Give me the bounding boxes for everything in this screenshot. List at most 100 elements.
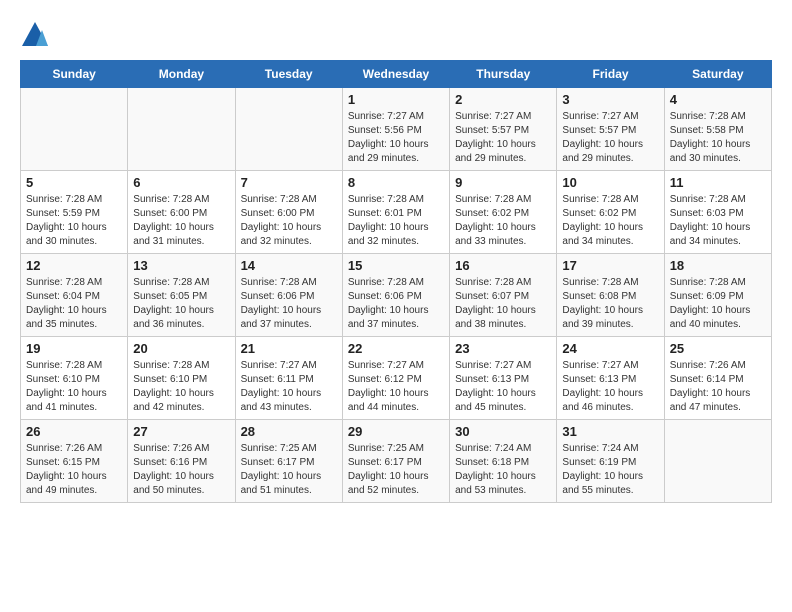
calendar-cell: 1 Sunrise: 7:27 AM Sunset: 5:56 PM Daylig… bbox=[342, 88, 449, 171]
logo-icon bbox=[20, 20, 50, 50]
day-of-week-header: Thursday bbox=[450, 61, 557, 88]
calendar-cell: 22 Sunrise: 7:27 AM Sunset: 6:12 PM Dayli… bbox=[342, 337, 449, 420]
calendar-week-row: 19Sunrise: 7:28 AM Sunset: 6:10 PM Dayli… bbox=[21, 337, 772, 420]
day-info: Sunrise: 7:25 AM Sunset: 6:17 PM Dayligh… bbox=[348, 442, 444, 498]
day-info: Sunrise: 7:27 AM Sunset: 5:57 PM Dayligh… bbox=[562, 110, 658, 166]
day-info: Sunrise: 7:24 AM Sunset: 6:18 PM Dayligh… bbox=[455, 442, 551, 498]
day-info: Sunrise: 7:28 AM Sunset: 5:58 PM Dayligh… bbox=[670, 110, 766, 166]
day-number: 5 bbox=[26, 175, 122, 190]
day-info: Sunrise: 7:27 AM Sunset: 6:13 PM Dayligh… bbox=[562, 359, 658, 415]
calendar-cell: 30 Sunrise: 7:24 AM Sunset: 6:18 PM Dayli… bbox=[450, 420, 557, 503]
day-info: Sunrise: 7:28 AM Sunset: 6:02 PM Dayligh… bbox=[562, 193, 658, 249]
calendar-cell: 15Sunrise: 7:28 AM Sunset: 6:06 PM Dayli… bbox=[342, 254, 449, 337]
calendar-cell: 13 Sunrise: 7:28 AM Sunset: 6:05 PM Dayli… bbox=[128, 254, 235, 337]
day-info: Sunrise: 7:27 AM Sunset: 5:56 PM Dayligh… bbox=[348, 110, 444, 166]
calendar-cell: 28 Sunrise: 7:25 AM Sunset: 6:17 PM Dayli… bbox=[235, 420, 342, 503]
calendar-cell: 12 Sunrise: 7:28 AM Sunset: 6:04 PM Dayli… bbox=[21, 254, 128, 337]
calendar-cell: 25 Sunrise: 7:26 AM Sunset: 6:14 PM Dayli… bbox=[664, 337, 771, 420]
day-number: 24 bbox=[562, 341, 658, 356]
day-number: 20 bbox=[133, 341, 229, 356]
calendar-cell: 9 Sunrise: 7:28 AM Sunset: 6:02 PM Daylig… bbox=[450, 171, 557, 254]
day-info: Sunrise: 7:27 AM Sunset: 6:11 PM Dayligh… bbox=[241, 359, 337, 415]
day-info: Sunrise: 7:26 AM Sunset: 6:15 PM Dayligh… bbox=[26, 442, 122, 498]
day-info: Sunrise: 7:28 AM Sunset: 6:10 PM Dayligh… bbox=[26, 359, 122, 415]
day-info: Sunrise: 7:28 AM Sunset: 6:00 PM Dayligh… bbox=[133, 193, 229, 249]
calendar-week-row: 1 Sunrise: 7:27 AM Sunset: 5:56 PM Daylig… bbox=[21, 88, 772, 171]
day-number: 7 bbox=[241, 175, 337, 190]
calendar-week-row: 12 Sunrise: 7:28 AM Sunset: 6:04 PM Dayli… bbox=[21, 254, 772, 337]
day-number: 12 bbox=[26, 258, 122, 273]
day-number: 25 bbox=[670, 341, 766, 356]
calendar-week-row: 26 Sunrise: 7:26 AM Sunset: 6:15 PM Dayli… bbox=[21, 420, 772, 503]
day-number: 26 bbox=[26, 424, 122, 439]
day-info: Sunrise: 7:28 AM Sunset: 6:06 PM Dayligh… bbox=[241, 276, 337, 332]
calendar-cell: 21 Sunrise: 7:27 AM Sunset: 6:11 PM Dayli… bbox=[235, 337, 342, 420]
day-info: Sunrise: 7:28 AM Sunset: 6:02 PM Dayligh… bbox=[455, 193, 551, 249]
calendar-cell: 2 Sunrise: 7:27 AM Sunset: 5:57 PM Daylig… bbox=[450, 88, 557, 171]
calendar-cell bbox=[235, 88, 342, 171]
day-info: Sunrise: 7:27 AM Sunset: 6:12 PM Dayligh… bbox=[348, 359, 444, 415]
calendar-cell: 10 Sunrise: 7:28 AM Sunset: 6:02 PM Dayli… bbox=[557, 171, 664, 254]
calendar-cell: 18Sunrise: 7:28 AM Sunset: 6:09 PM Dayli… bbox=[664, 254, 771, 337]
calendar-cell: 29 Sunrise: 7:25 AM Sunset: 6:17 PM Dayli… bbox=[342, 420, 449, 503]
day-number: 4 bbox=[670, 92, 766, 107]
day-info: Sunrise: 7:26 AM Sunset: 6:14 PM Dayligh… bbox=[670, 359, 766, 415]
day-number: 18 bbox=[670, 258, 766, 273]
calendar-header-row: SundayMondayTuesdayWednesdayThursdayFrid… bbox=[21, 61, 772, 88]
day-number: 27 bbox=[133, 424, 229, 439]
day-info: Sunrise: 7:28 AM Sunset: 6:07 PM Dayligh… bbox=[455, 276, 551, 332]
day-number: 10 bbox=[562, 175, 658, 190]
day-number: 13 bbox=[133, 258, 229, 273]
page-header bbox=[20, 20, 772, 50]
calendar-cell: 23Sunrise: 7:27 AM Sunset: 6:13 PM Dayli… bbox=[450, 337, 557, 420]
day-number: 31 bbox=[562, 424, 658, 439]
calendar-cell: 5 Sunrise: 7:28 AM Sunset: 5:59 PM Daylig… bbox=[21, 171, 128, 254]
day-number: 15 bbox=[348, 258, 444, 273]
calendar-cell: 16 Sunrise: 7:28 AM Sunset: 6:07 PM Dayli… bbox=[450, 254, 557, 337]
day-number: 30 bbox=[455, 424, 551, 439]
calendar-cell: 3 Sunrise: 7:27 AM Sunset: 5:57 PM Daylig… bbox=[557, 88, 664, 171]
day-number: 17 bbox=[562, 258, 658, 273]
calendar-cell: 17 Sunrise: 7:28 AM Sunset: 6:08 PM Dayli… bbox=[557, 254, 664, 337]
day-number: 9 bbox=[455, 175, 551, 190]
day-info: Sunrise: 7:26 AM Sunset: 6:16 PM Dayligh… bbox=[133, 442, 229, 498]
day-info: Sunrise: 7:28 AM Sunset: 6:10 PM Dayligh… bbox=[133, 359, 229, 415]
day-number: 29 bbox=[348, 424, 444, 439]
calendar-cell: 24 Sunrise: 7:27 AM Sunset: 6:13 PM Dayli… bbox=[557, 337, 664, 420]
calendar-cell: 19Sunrise: 7:28 AM Sunset: 6:10 PM Dayli… bbox=[21, 337, 128, 420]
day-info: Sunrise: 7:28 AM Sunset: 6:00 PM Dayligh… bbox=[241, 193, 337, 249]
day-number: 3 bbox=[562, 92, 658, 107]
day-number: 8 bbox=[348, 175, 444, 190]
calendar-cell: 8Sunrise: 7:28 AM Sunset: 6:01 PM Daylig… bbox=[342, 171, 449, 254]
day-info: Sunrise: 7:28 AM Sunset: 6:08 PM Dayligh… bbox=[562, 276, 658, 332]
day-number: 14 bbox=[241, 258, 337, 273]
day-info: Sunrise: 7:24 AM Sunset: 6:19 PM Dayligh… bbox=[562, 442, 658, 498]
calendar-cell: 11Sunrise: 7:28 AM Sunset: 6:03 PM Dayli… bbox=[664, 171, 771, 254]
day-info: Sunrise: 7:28 AM Sunset: 6:03 PM Dayligh… bbox=[670, 193, 766, 249]
calendar-cell: 20 Sunrise: 7:28 AM Sunset: 6:10 PM Dayli… bbox=[128, 337, 235, 420]
day-number: 2 bbox=[455, 92, 551, 107]
calendar-cell: 7 Sunrise: 7:28 AM Sunset: 6:00 PM Daylig… bbox=[235, 171, 342, 254]
calendar-cell: 27 Sunrise: 7:26 AM Sunset: 6:16 PM Dayli… bbox=[128, 420, 235, 503]
day-number: 6 bbox=[133, 175, 229, 190]
calendar-cell: 6 Sunrise: 7:28 AM Sunset: 6:00 PM Daylig… bbox=[128, 171, 235, 254]
day-of-week-header: Tuesday bbox=[235, 61, 342, 88]
day-number: 28 bbox=[241, 424, 337, 439]
day-of-week-header: Friday bbox=[557, 61, 664, 88]
day-number: 1 bbox=[348, 92, 444, 107]
day-number: 21 bbox=[241, 341, 337, 356]
day-number: 23 bbox=[455, 341, 551, 356]
day-info: Sunrise: 7:28 AM Sunset: 6:05 PM Dayligh… bbox=[133, 276, 229, 332]
calendar-cell: 26 Sunrise: 7:26 AM Sunset: 6:15 PM Dayli… bbox=[21, 420, 128, 503]
day-info: Sunrise: 7:28 AM Sunset: 6:04 PM Dayligh… bbox=[26, 276, 122, 332]
day-info: Sunrise: 7:28 AM Sunset: 5:59 PM Dayligh… bbox=[26, 193, 122, 249]
day-number: 16 bbox=[455, 258, 551, 273]
logo bbox=[20, 20, 54, 50]
day-number: 22 bbox=[348, 341, 444, 356]
calendar-table: SundayMondayTuesdayWednesdayThursdayFrid… bbox=[20, 60, 772, 503]
day-info: Sunrise: 7:25 AM Sunset: 6:17 PM Dayligh… bbox=[241, 442, 337, 498]
calendar-cell: 4 Sunrise: 7:28 AM Sunset: 5:58 PM Daylig… bbox=[664, 88, 771, 171]
day-info: Sunrise: 7:27 AM Sunset: 5:57 PM Dayligh… bbox=[455, 110, 551, 166]
calendar-week-row: 5 Sunrise: 7:28 AM Sunset: 5:59 PM Daylig… bbox=[21, 171, 772, 254]
calendar-cell bbox=[21, 88, 128, 171]
